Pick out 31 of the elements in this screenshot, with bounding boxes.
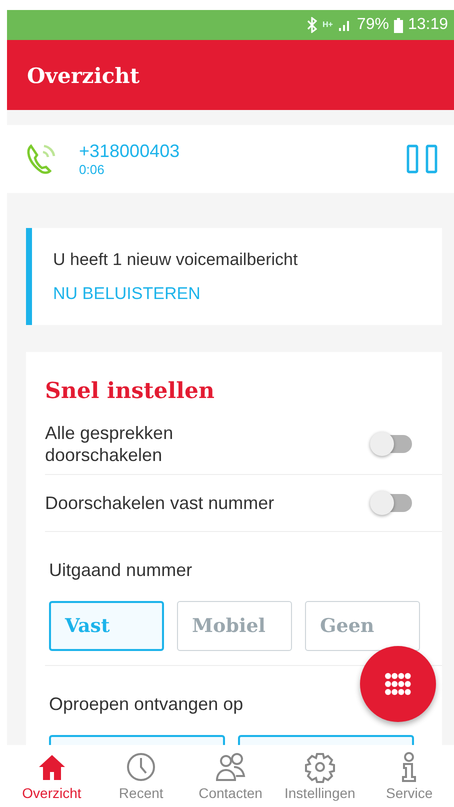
call-duration: 0:06 [79, 162, 106, 177]
pause-icon[interactable] [406, 144, 438, 174]
listen-link[interactable]: NU BELUISTEREN [53, 284, 442, 304]
dialpad-icon [385, 673, 411, 695]
battery-icon [394, 18, 403, 32]
people-icon [214, 751, 247, 783]
settings-icon [304, 751, 336, 783]
option-button[interactable]: Vast [49, 601, 164, 651]
caller-number: +318000403 [79, 141, 181, 162]
nav-tab[interactable]: Instellingen [275, 745, 365, 807]
section-title: Snel instellen [45, 378, 216, 404]
network-type: H+ [322, 21, 333, 29]
clock-time: 13:19 [408, 16, 448, 34]
nav-tab[interactable]: Overzicht [7, 745, 96, 807]
toggle-switch[interactable] [372, 435, 412, 453]
nav-tab[interactable]: Service [364, 745, 454, 807]
battery-percentage: 79% [356, 16, 389, 34]
nav-tab[interactable]: Recent [96, 745, 186, 807]
voicemail-message: U heeft 1 nieuw voicemailbericht [53, 250, 299, 270]
outgoing-label: Uitgaand nummer [49, 560, 192, 581]
toggle-label: Alle gesprekken doorschakelen [45, 422, 174, 466]
toggle-label: Doorschakelen vast nummer [45, 492, 274, 514]
option-button[interactable]: Mobiel [177, 601, 292, 651]
clock-icon [125, 751, 158, 783]
receive-label: Oproepen ontvangen op [49, 694, 244, 715]
option-button[interactable]: Geen [305, 601, 420, 651]
nav-tab[interactable]: Contacten [186, 745, 276, 807]
toggle-switch[interactable] [372, 494, 412, 512]
screen-title: Overzicht [27, 62, 140, 88]
bluetooth-icon [307, 17, 318, 33]
signal-icon [338, 18, 352, 32]
